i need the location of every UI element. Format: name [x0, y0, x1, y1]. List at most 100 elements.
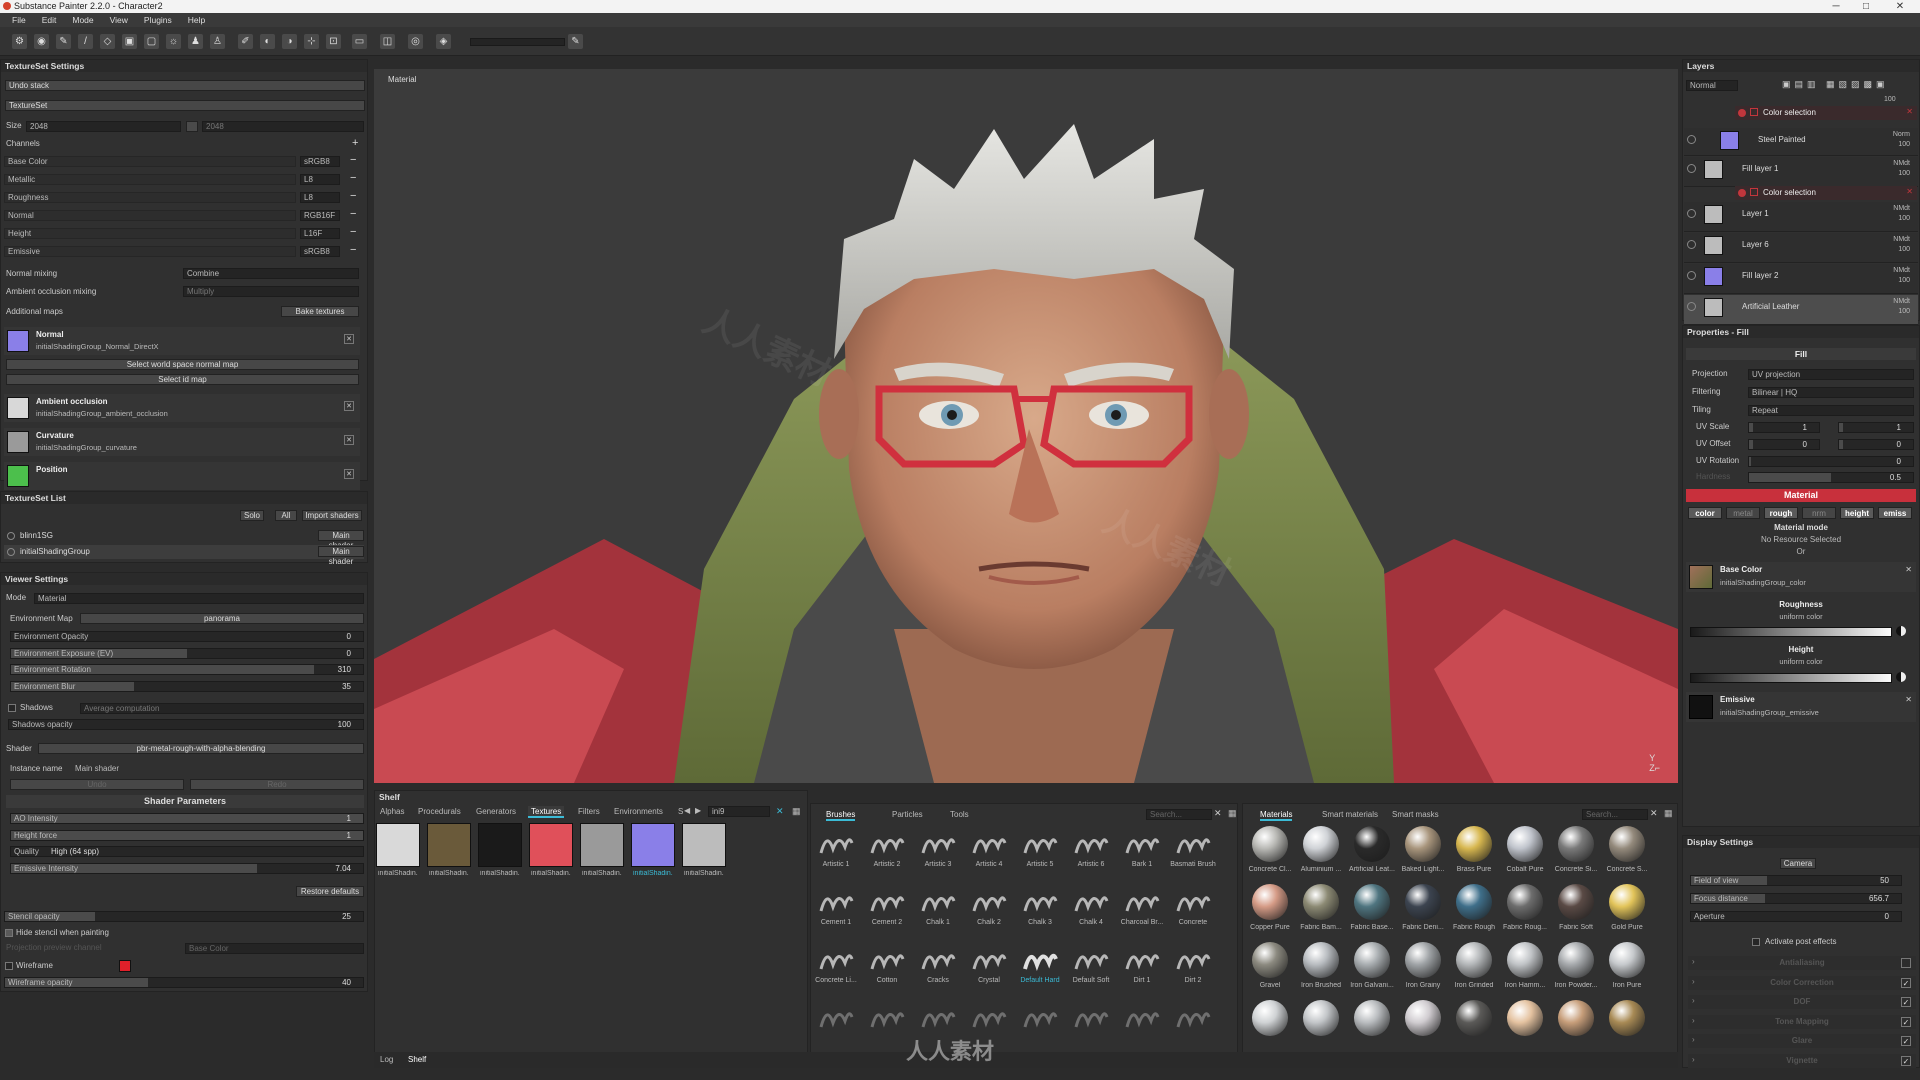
- brush-item[interactable]: Dirt 1: [1118, 941, 1166, 984]
- brush-item[interactable]: Charcoal Br...: [1118, 883, 1166, 926]
- settings-icon[interactable]: ⚙: [12, 34, 27, 49]
- brush-grid-icon[interactable]: ▦: [1228, 808, 1237, 819]
- remove-map-icon[interactable]: ✕: [344, 435, 354, 445]
- material-item[interactable]: [1603, 1000, 1651, 1040]
- clear-search-icon[interactable]: ✕: [776, 806, 784, 817]
- shelf-tab[interactable]: Procedurals: [418, 806, 461, 818]
- wireframe-opacity-slider[interactable]: Wireframe opacity 40: [4, 977, 364, 988]
- shelf-tab[interactable]: Alphas: [380, 806, 404, 818]
- material-item[interactable]: Fabric Bam...: [1297, 884, 1345, 931]
- close-icon[interactable]: ✕: [1886, 0, 1914, 13]
- section-enable-checkbox[interactable]: ✓: [1901, 997, 1911, 1007]
- channel-row[interactable]: Normal: [4, 210, 296, 221]
- all-button[interactable]: All: [275, 510, 297, 521]
- brush-item[interactable]: Artistic 3: [914, 825, 962, 868]
- channel-chip[interactable]: emiss: [1878, 507, 1912, 519]
- material-tab[interactable]: Smart materials: [1322, 809, 1378, 821]
- brush-tab[interactable]: Particles: [892, 809, 923, 821]
- brush-item[interactable]: [863, 999, 911, 1035]
- projection-preview-dropdown[interactable]: Base Color: [185, 943, 364, 954]
- material-item[interactable]: Brass Pure: [1450, 826, 1498, 873]
- textureset-item[interactable]: initialShadingGroup Main shader: [4, 545, 364, 566]
- additional-map-slot[interactable]: Normal initialShadingGroup_Normal_Direct…: [4, 327, 360, 355]
- material-search-clear-icon[interactable]: ✕: [1650, 808, 1658, 819]
- brush-item[interactable]: Cracks: [914, 941, 962, 984]
- material-item[interactable]: Copper Pure: [1246, 884, 1294, 931]
- texture-thumbnail[interactable]: [580, 823, 624, 867]
- view-2d-icon[interactable]: ⊡: [326, 34, 341, 49]
- wireframe-checkbox[interactable]: [5, 962, 13, 970]
- section-enable-checkbox[interactable]: ✓: [1901, 1036, 1911, 1046]
- material-search-input[interactable]: Search...: [1582, 809, 1648, 820]
- restore-defaults-button[interactable]: Restore defaults: [296, 886, 364, 897]
- material-item[interactable]: Iron Powder...: [1552, 942, 1600, 989]
- mode-dropdown[interactable]: Material: [34, 593, 364, 604]
- channel-row[interactable]: Emissive: [4, 246, 296, 257]
- channel-chip[interactable]: metal: [1726, 507, 1760, 519]
- mirror-icon[interactable]: ◑: [282, 34, 297, 49]
- shader-param-slider[interactable]: Quality High (64 spp): [10, 846, 364, 857]
- env-map-button[interactable]: panorama: [80, 613, 364, 624]
- section-enable-checkbox[interactable]: ✓: [1901, 977, 1911, 988]
- material-item[interactable]: Fabric Rough: [1450, 884, 1498, 931]
- brush-item[interactable]: Cement 2: [863, 883, 911, 926]
- brush-item[interactable]: Artistic 5: [1016, 825, 1064, 868]
- textureset-button[interactable]: TextureSet: [5, 100, 365, 111]
- texture-thumbnail[interactable]: [631, 823, 675, 867]
- texture-thumbnail[interactable]: [529, 823, 573, 867]
- fill-section-header[interactable]: Fill: [1686, 348, 1916, 360]
- material-item[interactable]: Concrete Cl...: [1246, 826, 1294, 873]
- aperture-slider[interactable]: Aperture 0: [1690, 911, 1902, 922]
- texture-thumbnail[interactable]: [478, 823, 522, 867]
- material-item[interactable]: [1399, 1000, 1447, 1040]
- brush-item[interactable]: Concrete: [1169, 883, 1217, 926]
- brush-item[interactable]: Concrete Li...: [812, 941, 860, 984]
- stencil-opacity-slider[interactable]: Stencil opacity 25: [4, 911, 364, 922]
- polygon-fill-icon[interactable]: ▢: [144, 34, 159, 49]
- channel-chip[interactable]: nrm: [1802, 507, 1836, 519]
- shader-params-header[interactable]: Shader Parameters: [6, 795, 364, 808]
- remove-channel-icon[interactable]: −: [350, 245, 360, 256]
- material-item[interactable]: Concrete Si...: [1552, 826, 1600, 873]
- brush-search-clear-icon[interactable]: ✕: [1214, 808, 1222, 819]
- layer-row[interactable]: Steel Painted Norm 100: [1684, 128, 1918, 156]
- display-section[interactable]: › Glare ✓: [1688, 1034, 1916, 1048]
- prop-dropdown[interactable]: UV projection: [1748, 369, 1914, 380]
- radio-icon[interactable]: [7, 548, 15, 556]
- brush-item[interactable]: Chalk 1: [914, 883, 962, 926]
- channel-format-dropdown[interactable]: RGB16F: [300, 210, 340, 221]
- material-item[interactable]: Aluminium ...: [1297, 826, 1345, 873]
- channel-row[interactable]: Roughness: [4, 192, 296, 203]
- select-id-map-button[interactable]: Select id map: [6, 374, 359, 385]
- brush-item[interactable]: Default Hard: [1016, 941, 1064, 984]
- brush-item[interactable]: Chalk 3: [1016, 883, 1064, 926]
- radio-icon[interactable]: [7, 532, 15, 540]
- solo-button[interactable]: Solo: [240, 510, 264, 521]
- instance-name-field[interactable]: Main shader: [72, 764, 364, 775]
- shader-select-button[interactable]: Main shader: [318, 530, 364, 550]
- menu-edit[interactable]: Edit: [36, 15, 63, 25]
- channel-chip[interactable]: height: [1840, 507, 1874, 519]
- hide-stencil-checkbox[interactable]: [5, 929, 13, 937]
- shader-param-slider[interactable]: Height force 1: [10, 829, 364, 841]
- material-item[interactable]: Iron Galvani...: [1348, 942, 1396, 989]
- material-item[interactable]: [1246, 1000, 1294, 1040]
- paint-icon[interactable]: ✎: [56, 34, 71, 49]
- shader-param-slider[interactable]: AO Intensity 1: [10, 813, 364, 824]
- grid-view-icon[interactable]: ▦: [792, 806, 801, 817]
- brush-item[interactable]: [1118, 999, 1166, 1035]
- brush-item[interactable]: Cotton: [863, 941, 911, 984]
- camera-settings-icon[interactable]: ◎: [408, 34, 423, 49]
- channel-format-dropdown[interactable]: sRGB8: [300, 246, 340, 257]
- screen-icon[interactable]: ▭: [352, 34, 367, 49]
- material-item[interactable]: Concrete S...: [1603, 826, 1651, 873]
- uv-rotation-slider[interactable]: 0: [1748, 456, 1914, 467]
- shelf-tab[interactable]: Filters: [578, 806, 600, 818]
- undo-button[interactable]: Undo: [10, 779, 184, 790]
- brush-item[interactable]: [1016, 999, 1064, 1035]
- height-slider[interactable]: [1690, 673, 1892, 683]
- material-item[interactable]: Iron Hamm...: [1501, 942, 1549, 989]
- material-item[interactable]: [1348, 1000, 1396, 1040]
- channel-row[interactable]: Base Color: [4, 156, 296, 167]
- channel-format-dropdown[interactable]: L8: [300, 174, 340, 185]
